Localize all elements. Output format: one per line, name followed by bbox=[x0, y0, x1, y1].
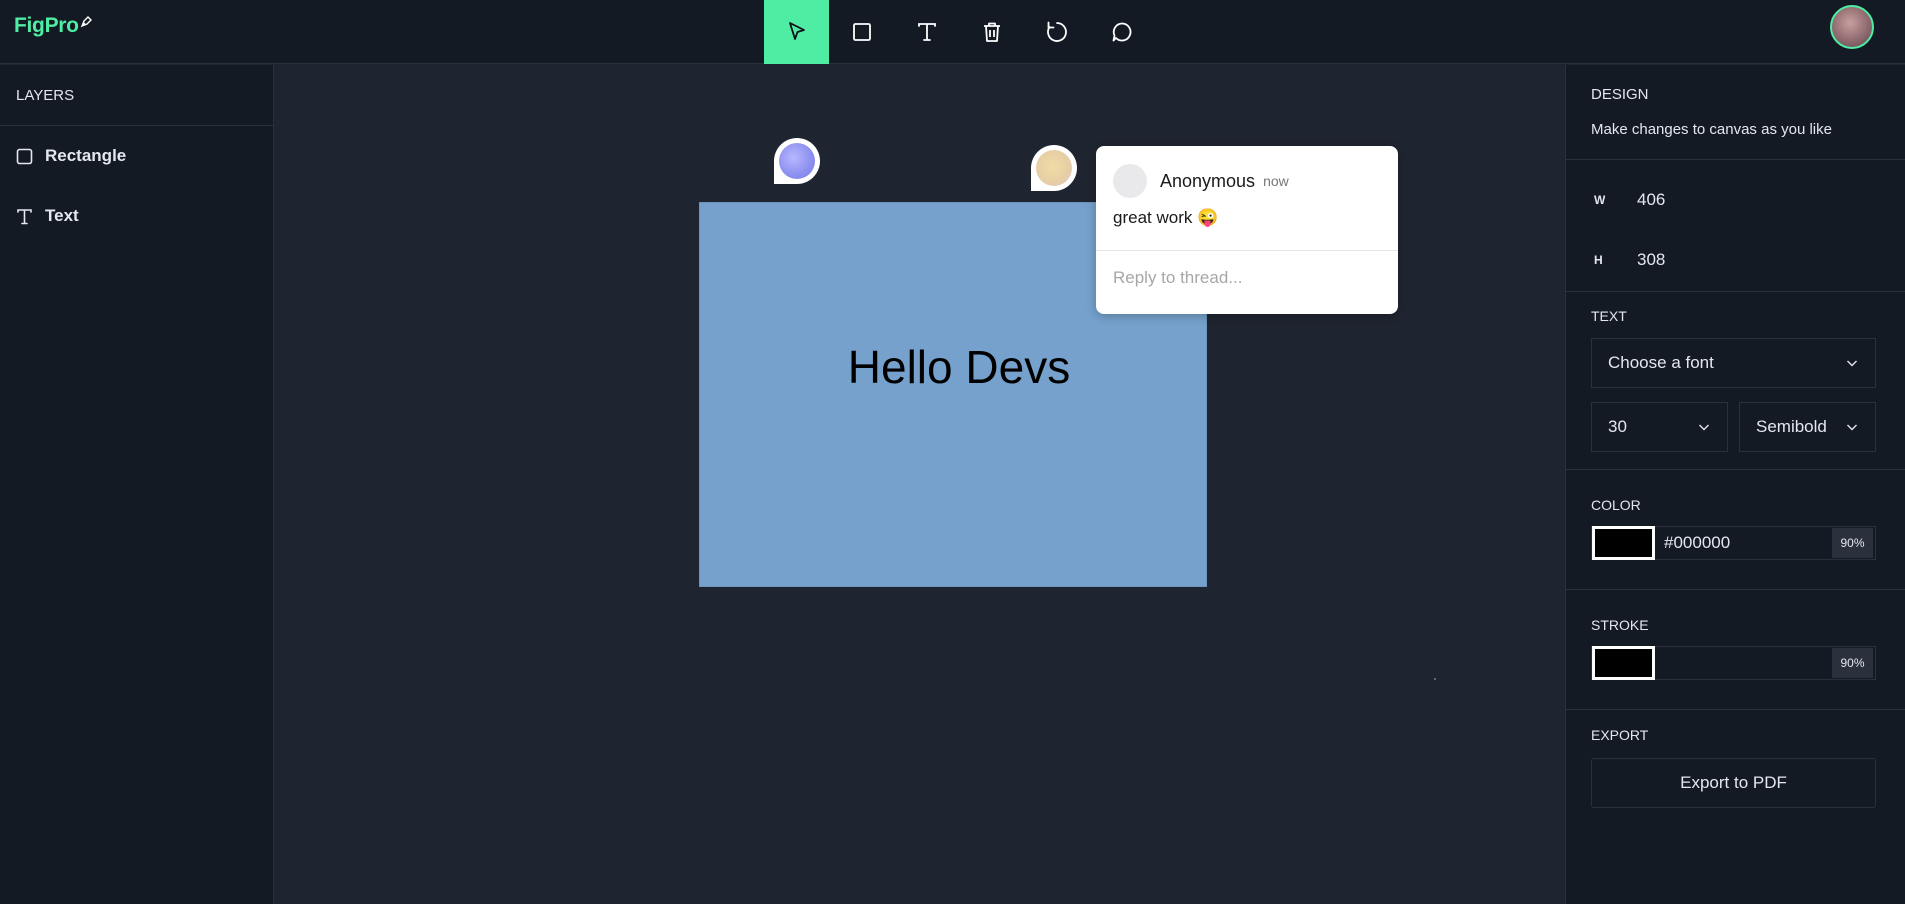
logo-text: FigPro bbox=[14, 14, 79, 37]
color-picker-row: #000000 90% bbox=[1591, 526, 1876, 560]
design-section: DESIGN Make changes to canvas as you lik… bbox=[1566, 65, 1905, 160]
color-opacity[interactable]: 90% bbox=[1832, 528, 1873, 558]
color-title: COLOR bbox=[1591, 497, 1641, 513]
font-family-value: Choose a font bbox=[1608, 353, 1714, 372]
chevron-down-icon bbox=[1847, 360, 1857, 367]
comment-icon bbox=[1112, 22, 1131, 42]
text-section: TEXT Choose a font 30 Semibold bbox=[1566, 292, 1905, 470]
comment-emoji: 😜 bbox=[1197, 208, 1219, 227]
comment-body: great work 😜 bbox=[1096, 198, 1398, 250]
stroke-title: STROKE bbox=[1591, 617, 1649, 633]
export-section: EXPORT Export to PDF bbox=[1566, 710, 1905, 808]
chevron-down-icon bbox=[1699, 424, 1709, 431]
top-bar: FigPro bbox=[0, 0, 1905, 64]
height-row: H 308 bbox=[1591, 240, 1880, 280]
commenter-avatar bbox=[1113, 164, 1147, 198]
export-pdf-button[interactable]: Export to PDF bbox=[1591, 758, 1876, 808]
text-tool-button[interactable] bbox=[894, 0, 959, 64]
comment-thread: Anonymous now great work 😜 Reply to thre… bbox=[1096, 146, 1398, 314]
chevron-down-icon bbox=[1847, 424, 1857, 431]
reset-tool-button[interactable] bbox=[1024, 0, 1089, 64]
comment-text: great work bbox=[1113, 208, 1193, 227]
stroke-picker-row: 90% bbox=[1591, 646, 1876, 680]
pin-avatar bbox=[779, 143, 815, 179]
height-label: H bbox=[1594, 253, 1603, 267]
select-tool-button[interactable] bbox=[764, 0, 829, 64]
comment-pin[interactable] bbox=[774, 138, 820, 184]
thread-header: Anonymous now bbox=[1096, 146, 1398, 198]
stroke-swatch[interactable] bbox=[1592, 646, 1655, 680]
color-hex-input[interactable]: #000000 bbox=[1655, 533, 1832, 553]
font-weight-value: Semibold bbox=[1756, 417, 1827, 436]
stroke-section: STROKE 90% bbox=[1566, 590, 1905, 710]
color-section: COLOR #000000 90% bbox=[1566, 470, 1905, 590]
refresh-icon bbox=[1046, 21, 1067, 42]
design-title: DESIGN bbox=[1591, 86, 1649, 103]
pin-avatar bbox=[1036, 150, 1072, 186]
square-icon bbox=[852, 23, 871, 41]
text-icon bbox=[917, 23, 936, 41]
dimensions-section: W 406 H 308 bbox=[1566, 160, 1905, 292]
rectangle-tool-button[interactable] bbox=[829, 0, 894, 64]
design-panel: DESIGN Make changes to canvas as you lik… bbox=[1565, 65, 1905, 904]
font-weight-select[interactable]: Semibold bbox=[1739, 402, 1876, 452]
trash-icon bbox=[983, 22, 1000, 42]
comment-tool-button[interactable] bbox=[1089, 0, 1154, 64]
height-input[interactable]: 308 bbox=[1637, 250, 1665, 270]
commenter-name: Anonymous bbox=[1160, 170, 1256, 191]
stroke-opacity[interactable]: 90% bbox=[1832, 648, 1873, 678]
width-row: W 406 bbox=[1591, 180, 1880, 220]
canvas-dot bbox=[1434, 678, 1436, 680]
square-icon bbox=[16, 148, 33, 164]
pen-icon bbox=[80, 16, 92, 28]
user-avatar[interactable] bbox=[1830, 5, 1874, 49]
cursor-icon bbox=[788, 22, 805, 40]
design-subtitle: Make changes to canvas as you like bbox=[1591, 121, 1832, 138]
font-size-select[interactable]: 30 bbox=[1591, 402, 1728, 452]
text-icon bbox=[17, 208, 32, 224]
comment-time: now bbox=[1263, 173, 1289, 189]
font-family-select[interactable]: Choose a font bbox=[1591, 338, 1876, 388]
layer-item-text[interactable]: Text bbox=[0, 186, 273, 246]
layers-title: LAYERS bbox=[0, 65, 273, 126]
comment-pin[interactable] bbox=[1031, 145, 1077, 191]
width-input[interactable]: 406 bbox=[1637, 190, 1665, 210]
text-title: TEXT bbox=[1591, 308, 1627, 324]
layer-label: Text bbox=[45, 206, 79, 225]
reply-input[interactable]: Reply to thread... bbox=[1096, 250, 1398, 305]
layer-item-rectangle[interactable]: Rectangle bbox=[0, 126, 273, 186]
app-logo[interactable]: FigPro bbox=[14, 14, 92, 38]
width-label: W bbox=[1594, 193, 1606, 207]
toolbar bbox=[764, 0, 1154, 64]
color-swatch[interactable] bbox=[1592, 526, 1655, 560]
export-title: EXPORT bbox=[1591, 727, 1649, 743]
font-options-row: 30 Semibold bbox=[1591, 402, 1880, 452]
layer-label: Rectangle bbox=[45, 146, 127, 165]
layers-panel: LAYERS Rectangle Text bbox=[0, 65, 274, 904]
font-size-value: 30 bbox=[1608, 417, 1627, 436]
delete-tool-button[interactable] bbox=[959, 0, 1024, 64]
canvas-text[interactable]: Hello Devs bbox=[699, 340, 1219, 394]
